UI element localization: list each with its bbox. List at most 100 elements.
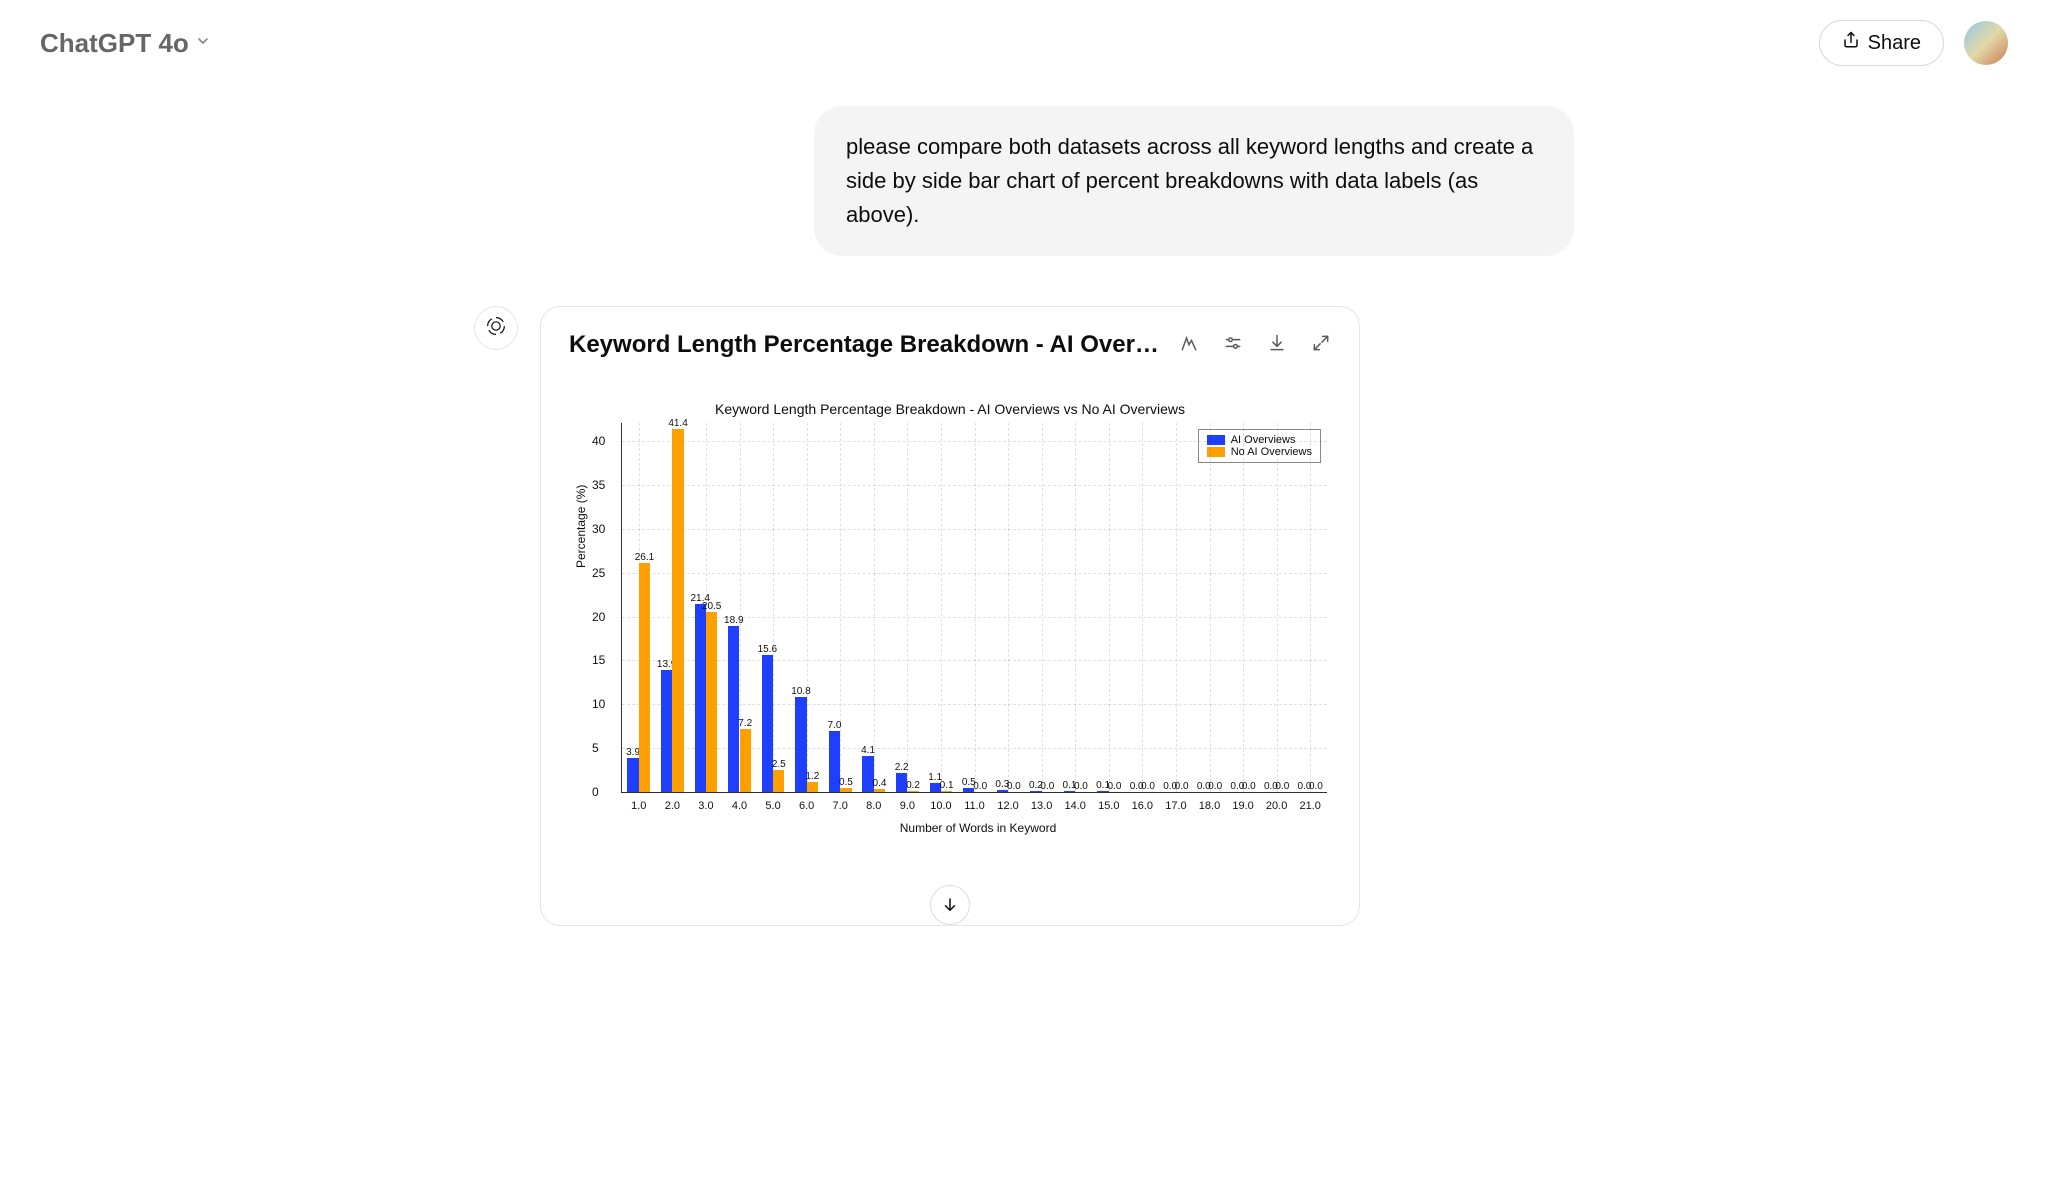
xtick-label: 17.0 [1165,800,1186,812]
bar-value-label: 18.9 [724,615,743,626]
card-actions [1179,333,1331,358]
gridline-v [941,423,942,792]
gridline-v [1310,423,1311,792]
bar-value-label: 0.2 [906,780,920,791]
bar-value-label: 0.0 [1309,781,1323,792]
ytick-label: 40 [592,434,605,448]
user-message-text: please compare both datasets across all … [846,134,1533,227]
xtick-label: 9.0 [900,800,915,812]
bar-ai: 18.9 [728,626,739,792]
gridline-v [1277,423,1278,792]
bar-value-label: 0.0 [1275,781,1289,792]
xtick-label: 2.0 [665,800,680,812]
ytick-label: 30 [592,522,605,536]
xtick-label: 14.0 [1064,800,1085,812]
bar-ai: 13.9 [661,670,672,792]
download-icon[interactable] [1267,333,1287,358]
xtick-label: 1.0 [631,800,646,812]
xtick-label: 5.0 [765,800,780,812]
ytick-label: 5 [592,741,599,755]
bar-value-label: 41.4 [668,418,687,429]
gridline-v [1210,423,1211,792]
user-avatar[interactable] [1964,21,2008,65]
color-swatch-icon[interactable] [1179,333,1199,358]
gridline-v [1109,423,1110,792]
bar-ai: 3.9 [627,758,638,792]
chart-xlabel: Number of Words in Keyword [621,821,1335,835]
top-right: Share [1819,20,2008,66]
share-label: Share [1868,32,1921,55]
assistant-row: Keyword Length Percentage Breakdown - AI… [474,306,1574,926]
xtick-label: 12.0 [997,800,1018,812]
model-label: ChatGPT 4o [40,28,189,59]
ytick-label: 0 [592,785,599,799]
xtick-label: 10.0 [930,800,951,812]
bar-value-label: 0.5 [839,777,853,788]
bar-no-ai: 1.2 [807,782,818,793]
bar-value-label: 15.6 [758,644,777,655]
xtick-label: 7.0 [833,800,848,812]
gridline-v [907,423,908,792]
xtick-label: 19.0 [1232,800,1253,812]
gridline-v [840,423,841,792]
xtick-label: 8.0 [866,800,881,812]
xtick-label: 21.0 [1299,800,1320,812]
ytick-label: 20 [592,610,605,624]
xtick-label: 18.0 [1199,800,1220,812]
gridline-v [1176,423,1177,792]
expand-icon[interactable] [1311,333,1331,358]
xtick-label: 4.0 [732,800,747,812]
bar-no-ai: 0.4 [874,789,885,793]
bar-value-label: 7.0 [828,720,842,731]
card-header: Keyword Length Percentage Breakdown - AI… [541,307,1359,371]
ytick-label: 35 [592,478,605,492]
scroll-down-button[interactable] [930,885,970,925]
share-button[interactable]: Share [1819,20,1944,66]
settings-sliders-icon[interactable] [1223,333,1243,358]
xtick-label: 20.0 [1266,800,1287,812]
gridline-v [1243,423,1244,792]
bar-value-label: 20.5 [702,601,721,612]
bar-value-label: 0.0 [973,781,987,792]
chart-legend: AI Overviews No AI Overviews [1198,429,1321,463]
ytick-label: 15 [592,653,605,667]
model-selector[interactable]: ChatGPT 4o [40,28,211,59]
xtick-label: 3.0 [698,800,713,812]
bar-value-label: 0.0 [1141,781,1155,792]
gridline-v [1142,423,1143,792]
bar-no-ai: 20.5 [706,612,717,792]
bar-ai: 21.4 [695,604,706,792]
gridline-v [975,423,976,792]
card-title: Keyword Length Percentage Breakdown - AI… [569,331,1163,359]
xtick-label: 6.0 [799,800,814,812]
bar-value-label: 2.5 [772,759,786,770]
bar-value-label: 0.0 [1175,781,1189,792]
gridline-v [807,423,808,792]
bar-value-label: 0.0 [1242,781,1256,792]
bar-value-label: 10.8 [791,686,810,697]
share-icon [1842,31,1860,55]
ytick-label: 10 [592,697,605,711]
bar-value-label: 0.0 [1208,781,1222,792]
bar-no-ai: 0.5 [840,788,851,792]
gridline-v [1008,423,1009,792]
xtick-label: 11.0 [964,800,985,812]
bar-value-label: 0.0 [1007,781,1021,792]
chart-plot-area: Percentage (%) AI Overviews No AI Overvi… [621,423,1327,793]
chart-title: Keyword Length Percentage Breakdown - AI… [565,401,1335,417]
bar-value-label: 0.4 [873,778,887,789]
bar-value-label: 0.0 [1108,781,1122,792]
bar-no-ai: 0.1 [941,791,952,792]
bar-value-label: 7.2 [738,718,752,729]
bar-value-label: 0.1 [940,780,954,791]
bar-ai: 15.6 [762,655,773,792]
gridline-v [773,423,774,792]
bar-value-label: 0.0 [1040,781,1054,792]
bar-value-label: 1.2 [805,771,819,782]
gridline-v [1075,423,1076,792]
bar-no-ai: 0.2 [907,791,918,793]
legend-item-no-ai: No AI Overviews [1207,446,1312,458]
bar-value-label: 0.0 [1074,781,1088,792]
chart: Keyword Length Percentage Breakdown - AI… [541,371,1359,869]
gridline-v [874,423,875,792]
